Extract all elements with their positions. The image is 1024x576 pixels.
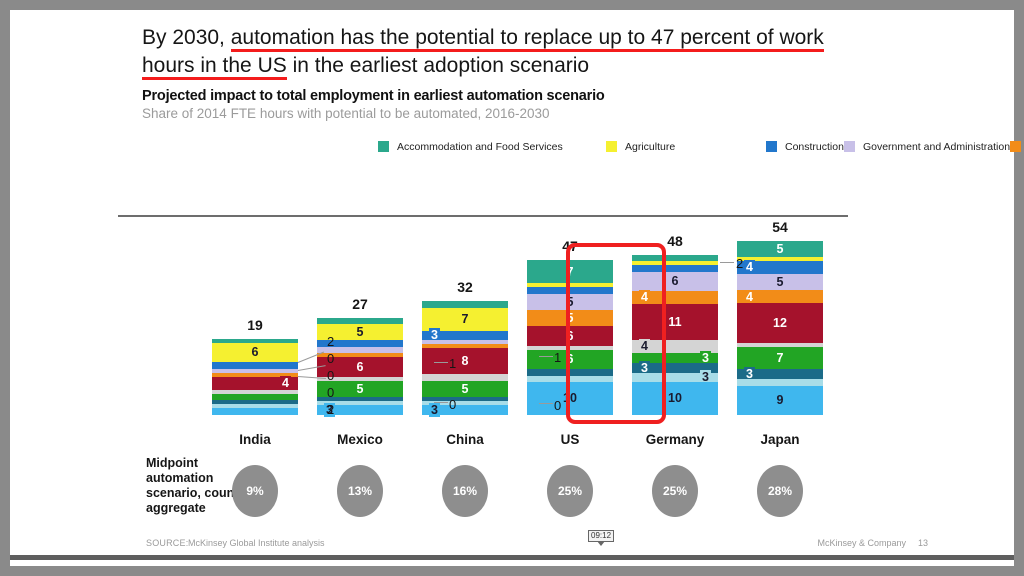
country-label: Germany (645, 432, 705, 447)
brand-label: McKinsey & Company (817, 538, 906, 548)
bar-stack: 5653 (317, 317, 403, 418)
bar-segment[interactable]: 4 (737, 289, 823, 305)
bar-segment-value: 5 (461, 381, 469, 396)
bar-segment-value: 7 (776, 350, 784, 365)
bar-segment[interactable]: 5 (737, 274, 823, 291)
legend-item[interactable]: Healthcare (1010, 136, 1024, 157)
legend-swatch-icon (1010, 141, 1022, 152)
bar-external-value: 0 (327, 351, 335, 366)
midpoint-circle: 25% (547, 465, 593, 517)
page-title: By 2030, automation has the potential to… (142, 24, 942, 80)
bar-external-value: 2 (327, 402, 335, 417)
bar-segment-value: 6 (251, 345, 259, 360)
bar-segment-value: 12 (773, 315, 787, 330)
legend-item[interactable]: Agriculture (606, 136, 766, 157)
bar-segment[interactable]: 4 (212, 376, 298, 391)
bar-external-value: 0 (449, 397, 457, 412)
bar-total-label: 19 (247, 316, 263, 333)
title-plain-1: By 2030, (142, 26, 231, 49)
legend-swatch-icon (843, 141, 855, 152)
midpoint-circle: 16% (442, 465, 488, 517)
source-label: SOURCE: (146, 538, 189, 548)
title-highlight-1: automation has the potential to replace … (230, 26, 824, 49)
bar-segment[interactable]: 3 (422, 402, 508, 418)
legend-swatch-icon (378, 141, 389, 152)
bar-segment-value: 4 (280, 376, 291, 391)
bar-external-value: 2 (327, 334, 335, 349)
bar-external-value: 0 (554, 398, 562, 413)
bar-segment-value: 4 (744, 289, 755, 305)
chart-legend: Accommodation and Food Services Agricultu… (378, 136, 1022, 157)
bar-segment-value: 3 (429, 402, 440, 418)
slide-canvas: By 2030, automation has the potential to… (10, 10, 1022, 566)
sub-subtitle: Share of 2014 FTE hours with potential t… (142, 106, 550, 121)
subtitle: Projected impact to total employment in … (142, 88, 605, 104)
bar-segment[interactable]: 7 (737, 346, 823, 370)
page-number: 13 (917, 538, 928, 548)
bar-external-value: 1 (449, 356, 457, 371)
legend-item-label: Government and Administration (862, 140, 1011, 153)
bar-stack: 5 4 5 4 12 7 3 9 (737, 240, 823, 415)
bar-segment[interactable]: 7 (422, 307, 508, 331)
bar-external-value: 0 (327, 368, 335, 383)
bar-total-label: 32 (457, 279, 473, 296)
midpoint-circle: 28% (757, 465, 803, 517)
country-label: China (446, 432, 484, 447)
bar-segment[interactable]: 3 (737, 367, 823, 382)
bar-segment-value: 5 (776, 241, 784, 256)
bar-external-value: 0 (327, 385, 335, 400)
bar-segment[interactable]: 6 (212, 342, 298, 363)
country-label: India (239, 432, 271, 447)
leader-line (720, 262, 734, 263)
title-highlight-2: hours in the US (142, 54, 287, 77)
leader-line (539, 403, 553, 404)
legend-item[interactable]: Government and Administration (843, 136, 1011, 157)
bar-segment-value: 7 (461, 311, 469, 326)
bar-segment[interactable]: 9 (737, 385, 823, 415)
title-line-1: By 2030, automation has the potential to… (142, 24, 942, 52)
midpoint-circle: 9% (232, 465, 278, 517)
leader-line (434, 362, 448, 363)
bar-external-value: 1 (554, 350, 562, 365)
bar-segment-value: 9 (776, 393, 784, 408)
footer-rule (10, 555, 1014, 560)
legend-item[interactable]: Accommodation and Food Services (378, 136, 606, 157)
legend-item-label: Agriculture (625, 140, 676, 153)
legend-swatch-icon (606, 141, 617, 152)
bar-external-value: 2 (736, 256, 744, 271)
stacked-bar-chart: 6 4 19 India 5 6 5 3 27 Mexico 7 3 8 5 3 32 China 7 5 5 6 6 10… (142, 210, 902, 447)
title-line-2: hours in the US in the earliest adoption… (142, 52, 942, 80)
bar-segment[interactable]: 3 (422, 328, 508, 343)
source-text: McKinsey Global Institute analysis (188, 538, 325, 548)
bar-segment[interactable]: 4 (737, 260, 823, 275)
bar-segment[interactable]: 12 (737, 303, 823, 343)
leader-line (434, 402, 448, 403)
legend-item-label: Accommodation and Food Services (397, 140, 563, 153)
bar-segment-value: 4 (744, 260, 755, 275)
us-highlight-box (566, 243, 666, 424)
bar-segment[interactable]: 5 (422, 380, 508, 398)
title-plain-2: in the earliest adoption scenario (286, 54, 590, 77)
bar-stack: 73853 (422, 301, 508, 418)
leader-line (539, 356, 553, 357)
bar-segment[interactable] (212, 408, 298, 415)
legend-item[interactable]: Construction (766, 136, 844, 157)
midpoint-circle: 13% (337, 465, 383, 517)
time-tooltip: 09:12 (588, 530, 615, 546)
country-label: Mexico (337, 432, 383, 447)
legend-swatch-icon (766, 141, 777, 152)
bar-segment-value: 5 (776, 275, 784, 290)
bar-stack: 64 (212, 338, 298, 415)
bar-segment[interactable]: 5 (737, 240, 823, 258)
bar-total-label: 27 (352, 295, 368, 312)
legend-item-label: Construction (785, 140, 844, 153)
midpoint-circle: 25% (652, 465, 698, 517)
bar-total-label: 54 (772, 218, 788, 235)
chart-baseline-axis (118, 215, 848, 217)
country-label: Japan (760, 432, 800, 447)
country-label: US (560, 432, 580, 447)
